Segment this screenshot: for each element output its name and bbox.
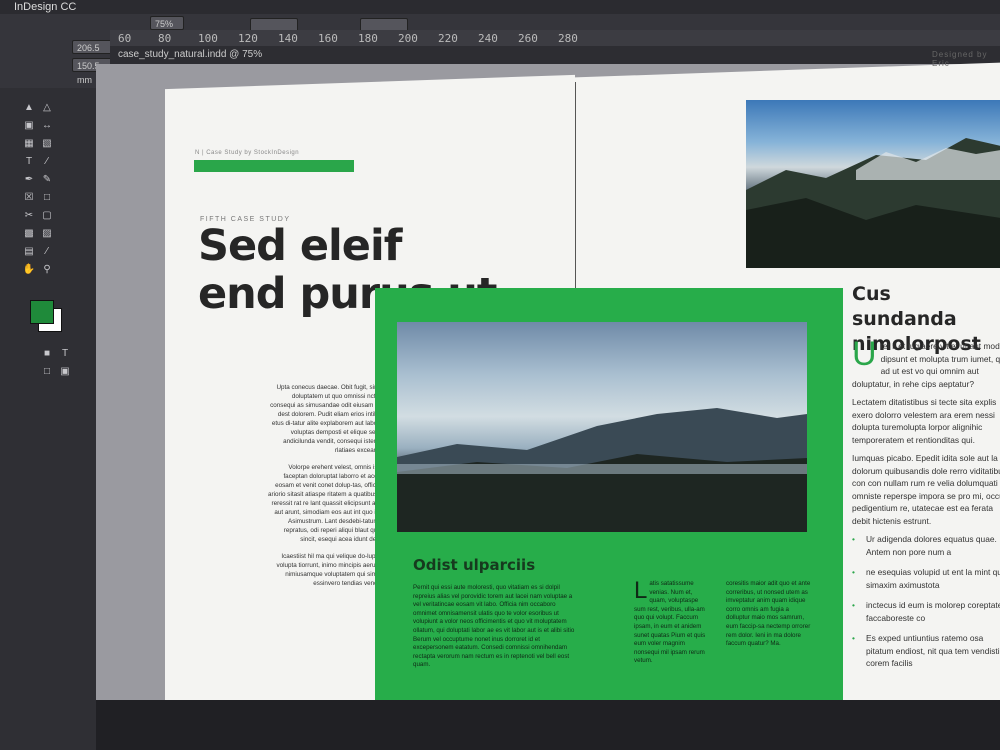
mountain-photo[interactable] <box>746 100 1000 268</box>
gap-tool-icon[interactable]: ↔ <box>40 120 54 132</box>
ruler-tick-label: 180 <box>358 32 378 45</box>
note-tool-icon[interactable]: ▤ <box>22 246 36 258</box>
normal-mode-icon[interactable]: □ <box>40 366 54 378</box>
pen-tool-icon[interactable]: ✒ <box>22 174 36 186</box>
document-tab[interactable]: case_study_natural.indd @ 75% <box>110 46 1000 64</box>
green-column-2[interactable]: L atis satatissume venias. Num et, quam,… <box>634 577 710 670</box>
right-body-column[interactable]: U tet il et fugiaere vit et ut aut modis… <box>852 335 1000 678</box>
content-collector-icon[interactable]: ▦ <box>22 138 36 150</box>
green-subhead: Odist ulparciis <box>413 556 536 574</box>
preview-mode-icon[interactable]: ▣ <box>58 366 72 378</box>
line-tool-icon[interactable]: ∕ <box>40 156 54 168</box>
selection-tool-icon[interactable]: ▲ <box>22 102 36 114</box>
gradient-feather-tool-icon[interactable]: ▨ <box>40 228 54 240</box>
right-paragraph: Lectatem ditatistibus si tecte sita expl… <box>852 397 997 445</box>
list-item: • Es exped untiuntius ratemo osa pitatum … <box>852 633 1000 668</box>
ruler-tick-label: 260 <box>518 32 538 45</box>
accent-bar <box>194 160 354 172</box>
right-paragraph: Iumquas picabo. Epedit idita sole aut la… <box>852 453 1000 526</box>
ruler-tick-label: 280 <box>558 32 578 45</box>
gradient-tool-icon[interactable]: ▩ <box>22 228 36 240</box>
fill-swatch[interactable] <box>30 300 54 324</box>
right-bullet-list: • Ur adigenda dolores equatus quae. Antem… <box>852 533 1000 670</box>
body-paragraph: Upta conecus daecae. Obit fugit, simus d… <box>270 384 386 454</box>
type-tool-icon[interactable]: T <box>22 156 36 168</box>
green-paragraph: Pernit qui essi aute moloresti, quo vita… <box>413 584 575 669</box>
snowy-mountain-image <box>746 138 1000 268</box>
ruler-tick-label: 140 <box>278 32 298 45</box>
running-head: N | Case Study by StockInDesign <box>195 150 300 156</box>
left-body-column[interactable]: Upta conecus daecae. Obit fugit, simus d… <box>268 383 386 596</box>
scissors-tool-icon[interactable]: ✂ <box>22 210 36 222</box>
landscape-photo[interactable] <box>397 322 807 532</box>
free-transform-tool-icon[interactable]: ▢ <box>40 210 54 222</box>
body-paragraph: Volorpe erehent velest, omnis is dit fac… <box>268 464 386 543</box>
eyedropper-tool-icon[interactable]: ⁄ <box>40 246 54 258</box>
pencil-tool-icon[interactable]: ✎ <box>40 174 54 186</box>
ruler-tick-label: 200 <box>398 32 418 45</box>
monitor-bezel <box>96 700 1000 750</box>
horizontal-ruler[interactable]: 60 80 100 120 140 160 180 200 220 240 260 280 <box>110 30 1000 47</box>
mountain-landscape-image <box>397 408 807 532</box>
green-column-1[interactable]: Pernit qui essi aute moloresti, quo vita… <box>413 584 581 674</box>
designed-by-label: Designed by Eric <box>932 50 988 68</box>
ruler-tick-label: 240 <box>478 32 498 45</box>
green-paragraph: coresitis maior adit quo et ante correri… <box>726 580 811 648</box>
ruler-tick-label: 120 <box>238 32 258 45</box>
document-tab-label: case_study_natural.indd @ 75% <box>118 49 263 60</box>
headline-line-1: Sed eleif <box>198 221 402 271</box>
ruler-tick-label: 80 <box>158 32 172 45</box>
right-headline-line-1: Cus sundanda <box>852 283 957 330</box>
green-column-3[interactable]: coresitis maior adit quo et ante correri… <box>726 580 812 653</box>
zoom-tool-icon[interactable]: ⚲ <box>40 264 54 276</box>
ruler-tick-label: 100 <box>198 32 218 45</box>
ruler-tick-label: 160 <box>318 32 338 45</box>
green-dropcap: L <box>634 577 648 604</box>
ruler-tick-label: 220 <box>438 32 458 45</box>
hand-tool-icon[interactable]: ✋ <box>22 264 36 276</box>
rectangle-frame-tool-icon[interactable]: ☒ <box>22 192 36 204</box>
content-placer-icon[interactable]: ▧ <box>40 138 54 150</box>
zoom-dropdown[interactable]: 75% <box>150 16 184 30</box>
list-item: • inctecus id eum is molorep coreptatem f… <box>852 600 1000 623</box>
formatting-text-icon[interactable]: T <box>58 348 72 360</box>
apply-color-icon[interactable]: ■ <box>40 348 54 360</box>
right-dropcap: U <box>852 335 877 373</box>
app-title: InDesign CC <box>14 1 77 13</box>
tools-panel: ▲ △ ▣ ↔ ▦ ▧ T ∕ ✒ ✎ ☒ □ ✂ ▢ ▩ ▨ ▤ ⁄ ✋ ⚲ … <box>0 88 97 750</box>
ruler-tick-label: 60 <box>118 32 132 45</box>
page-tool-icon[interactable]: ▣ <box>22 120 36 132</box>
menu-bar: InDesign CC <box>0 0 1000 15</box>
list-item: • Ur adigenda dolores equatus quae. Antem… <box>852 534 997 557</box>
direct-selection-tool-icon[interactable]: △ <box>40 102 54 114</box>
list-item: • ne esequias volupid ut ent la mint qui … <box>852 567 1000 590</box>
rectangle-tool-icon[interactable]: □ <box>40 192 54 204</box>
body-paragraph: Icaestiist hil ma qui velique do-luptate… <box>276 553 386 587</box>
